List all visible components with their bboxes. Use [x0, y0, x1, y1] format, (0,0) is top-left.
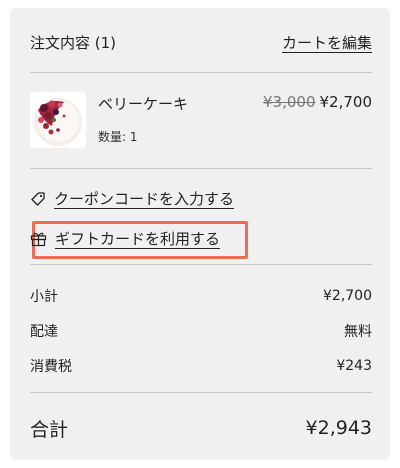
total-value: ¥2,943: [305, 417, 372, 439]
item-quantity: 数量: 1: [98, 130, 138, 144]
cart-item: ベリーケーキ 数量: 1 ¥3,000 ¥2,700: [30, 90, 372, 162]
coupon-link-label: クーポンコードを入力する: [54, 190, 235, 208]
shipping-row: 配達 無料: [30, 321, 372, 341]
coupon-code-link[interactable]: クーポンコードを入力する: [30, 188, 234, 209]
tag-icon: [30, 191, 46, 207]
tax-row: 消費税 ¥243: [30, 356, 372, 376]
gift-card-link[interactable]: ギフトカードを利用する: [30, 228, 220, 249]
item-price: ¥3,000 ¥2,700: [263, 93, 372, 111]
gift-link-label: ギフトカードを利用する: [55, 230, 221, 248]
divider: [30, 168, 372, 169]
divider: [30, 264, 372, 265]
item-name: ベリーケーキ: [98, 95, 189, 113]
total-row: 合計 ¥2,943: [30, 414, 372, 442]
divider: [30, 72, 372, 73]
tax-value: ¥243: [336, 358, 372, 374]
original-price: ¥3,000: [263, 93, 316, 111]
shipping-label: 配達: [30, 324, 58, 340]
subtotal-label: 小計: [30, 289, 58, 305]
edit-cart-link[interactable]: カートを編集: [282, 32, 372, 53]
subtotal-value: ¥2,700: [323, 288, 372, 304]
shipping-value: 無料: [344, 324, 372, 340]
berry-cake-image: [30, 92, 86, 148]
gift-icon: [30, 230, 47, 247]
order-summary-panel: 注文内容 (1) カートを編集 ベリーケーキ 数量: 1 ¥3,000 ¥2,7…: [10, 8, 390, 460]
order-title: 注文内容 (1): [30, 33, 117, 52]
sale-price: ¥2,700: [319, 93, 373, 111]
order-header: 注文内容 (1) カートを編集: [30, 30, 372, 54]
total-label: 合計: [30, 418, 69, 441]
divider: [30, 392, 372, 393]
tax-label: 消費税: [30, 359, 72, 375]
subtotal-row: 小計 ¥2,700: [30, 286, 372, 306]
